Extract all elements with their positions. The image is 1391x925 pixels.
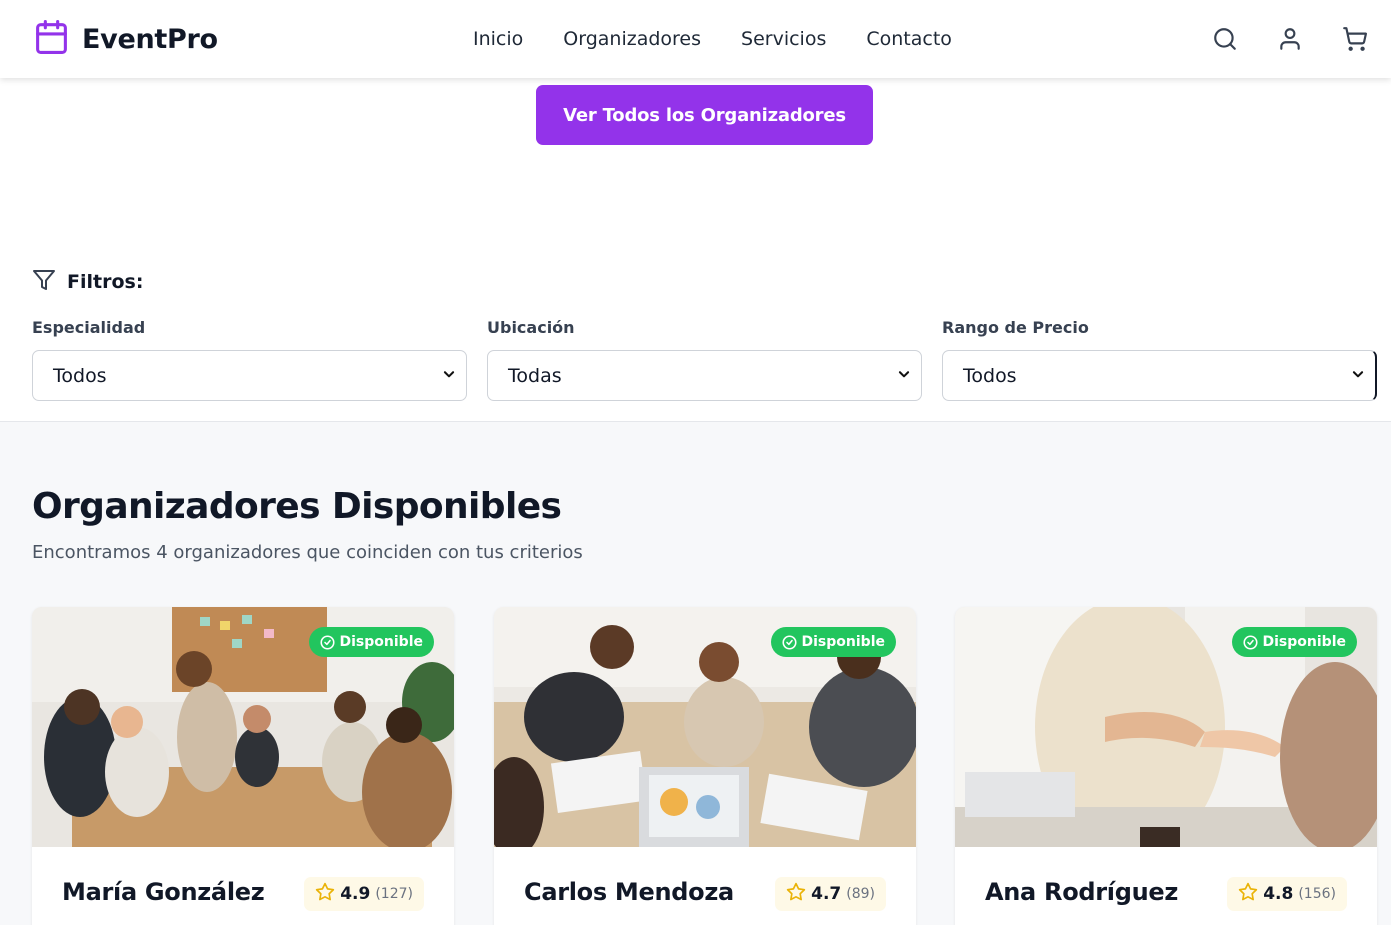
filter-label: Especialidad: [32, 318, 146, 337]
chevron-down-icon: [1351, 366, 1365, 385]
brand-name: EventPro: [82, 23, 218, 55]
user-icon[interactable]: [1277, 26, 1303, 52]
organizer-card[interactable]: Disponible Ana Rodríguez 4.8 (156): [955, 607, 1377, 925]
cart-icon[interactable]: [1342, 26, 1368, 52]
organizer-photo: Disponible: [32, 607, 454, 847]
view-all-organizers-button[interactable]: Ver Todos los Organizadores: [536, 85, 873, 145]
nav-servicios[interactable]: Servicios: [741, 27, 826, 51]
star-icon: [1238, 882, 1263, 906]
organizer-card[interactable]: Disponible María González 4.9 (127): [32, 607, 454, 925]
select-value: Todos: [963, 364, 1017, 387]
results-title: Organizadores Disponibles: [32, 486, 562, 527]
select-value: Todas: [508, 364, 562, 387]
rating-badge: 4.9 (127): [304, 877, 424, 911]
brand-logo[interactable]: EventPro: [33, 19, 218, 59]
organizer-photo: Disponible: [955, 607, 1377, 847]
availability-badge: Disponible: [1231, 627, 1357, 657]
chevron-down-icon: [897, 366, 911, 385]
calendar-icon: [33, 18, 70, 60]
organizer-name[interactable]: María González: [62, 878, 265, 906]
rating-badge: 4.7 (89): [775, 877, 886, 911]
especialidad-select[interactable]: Todos: [32, 350, 467, 401]
filters-heading: Filtros:: [32, 268, 143, 296]
rating-value: 4.8: [1263, 884, 1294, 904]
badge-label: Disponible: [1262, 634, 1346, 650]
availability-badge: Disponible: [308, 627, 434, 657]
organizer-card[interactable]: Disponible Carlos Mendoza 4.7 (89): [494, 607, 916, 925]
header-actions: [1173, 26, 1368, 52]
availability-badge: Disponible: [770, 627, 896, 657]
nav-organizadores[interactable]: Organizadores: [563, 27, 701, 51]
main-nav: Inicio Organizadores Servicios Contacto: [473, 27, 992, 51]
check-circle-icon: [1242, 634, 1263, 650]
nav-inicio[interactable]: Inicio: [473, 27, 523, 51]
precio-select[interactable]: Todos: [942, 350, 1377, 401]
select-value: Todos: [53, 364, 107, 387]
filters-label: Filtros:: [67, 271, 144, 293]
filter-label: Rango de Precio: [942, 318, 1089, 337]
rating-badge: 4.8 (156): [1227, 877, 1347, 911]
search-icon[interactable]: [1212, 26, 1238, 52]
filter-especialidad: Especialidad Todos: [32, 318, 467, 401]
check-circle-icon: [319, 634, 340, 650]
star-icon: [315, 882, 340, 906]
filter-icon: [32, 268, 56, 296]
results-subtitle: Encontramos 4 organizadores que coincide…: [32, 542, 583, 563]
review-count: (89): [846, 886, 875, 902]
rating-value: 4.7: [811, 884, 842, 904]
organizer-name[interactable]: Ana Rodríguez: [985, 878, 1178, 906]
badge-label: Disponible: [801, 634, 885, 650]
organizer-name[interactable]: Carlos Mendoza: [524, 878, 734, 906]
filter-ubicacion: Ubicación Todas: [487, 318, 922, 401]
chevron-down-icon: [442, 366, 456, 385]
ubicacion-select[interactable]: Todas: [487, 350, 922, 401]
review-count: (156): [1298, 886, 1336, 902]
site-header: EventPro Inicio Organizadores Servicios …: [0, 0, 1391, 78]
filter-rango-precio: Rango de Precio Todos: [942, 318, 1377, 401]
review-count: (127): [375, 886, 413, 902]
badge-label: Disponible: [339, 634, 423, 650]
rating-value: 4.9: [340, 884, 371, 904]
star-icon: [786, 882, 811, 906]
organizer-photo: Disponible: [494, 607, 916, 847]
filter-label: Ubicación: [487, 318, 575, 337]
nav-contacto[interactable]: Contacto: [866, 27, 952, 51]
check-circle-icon: [781, 634, 802, 650]
